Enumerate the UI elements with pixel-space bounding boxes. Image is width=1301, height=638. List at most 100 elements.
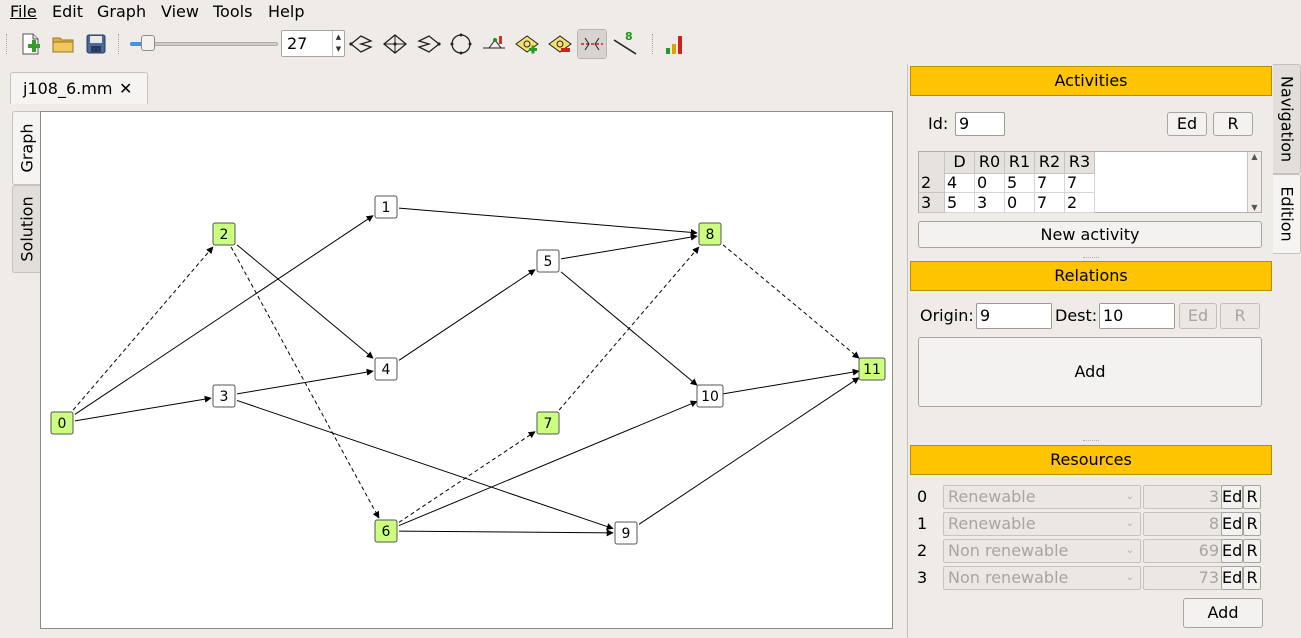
menu-view[interactable]: View [161, 2, 199, 22]
resource-edit-button[interactable]: Ed [1221, 512, 1243, 536]
scroll-up-icon[interactable]: ▲ [1248, 152, 1261, 161]
graph-node-11[interactable]: 11 [858, 357, 886, 381]
resource-type-select[interactable]: Non renewable ⌄ [943, 566, 1141, 590]
zoom-spinbox[interactable]: 27 ▲ ▼ [281, 30, 345, 57]
layout-circle-icon[interactable] [446, 29, 476, 59]
graph-node-2[interactable]: 2 [212, 222, 236, 246]
table-cell[interactable]: 2 [1065, 193, 1095, 213]
critical-path-icon[interactable] [577, 29, 607, 59]
add-resource-button[interactable]: Add [1183, 598, 1263, 628]
resource-capacity[interactable]: 8 [1143, 512, 1223, 536]
graph-edge-5-8[interactable] [560, 233, 698, 260]
graph-node-5[interactable]: 5 [536, 249, 560, 273]
splitter-handle[interactable] [1083, 440, 1099, 443]
remove-activity-icon[interactable] [545, 29, 575, 59]
graph-node-0[interactable]: 0 [50, 411, 74, 435]
graph-node-3[interactable]: 3 [212, 384, 236, 408]
layout-center-icon[interactable] [380, 29, 410, 59]
add-relation-icon[interactable] [479, 29, 509, 59]
graph-node-1[interactable]: 1 [374, 195, 398, 219]
resource-edit-button[interactable]: Ed [1221, 485, 1243, 509]
spin-arrows-icon[interactable]: ▲ ▼ [332, 31, 344, 56]
activities-table[interactable]: D R0 R1 R2 R3 2 4 0 5 7 7 3 5 3 0 7 2 ▲ … [918, 151, 1262, 213]
scroll-down-icon[interactable]: ▼ [1248, 203, 1261, 212]
menu-tools[interactable]: Tools [213, 2, 252, 22]
resource-type-select[interactable]: Non renewable ⌄ [943, 539, 1141, 563]
graph-node-6[interactable]: 6 [374, 519, 398, 543]
graph-edge-9-11[interactable] [638, 377, 860, 525]
layout-right-icon[interactable] [413, 29, 443, 59]
resource-type-select[interactable]: Renewable ⌄ [943, 485, 1141, 509]
resource-capacity[interactable]: 3 [1143, 485, 1223, 509]
resource-edit-button[interactable]: Ed [1221, 566, 1243, 590]
resource-index: 0 [917, 487, 928, 506]
graph-node-8[interactable]: 8 [698, 222, 722, 246]
tab-edition[interactable]: Edition [1273, 174, 1301, 254]
edge-duration-icon[interactable]: 8 [610, 29, 640, 59]
resource-capacity[interactable]: 73 [1143, 566, 1223, 590]
graph-edge-1-8[interactable] [398, 207, 698, 236]
graph-node-4[interactable]: 4 [374, 357, 398, 381]
table-cell[interactable]: 7 [1035, 173, 1065, 193]
table-scrollbar[interactable]: ▲ ▼ [1247, 152, 1261, 212]
new-document-icon[interactable] [15, 29, 45, 59]
tab-solution[interactable]: Solution [12, 185, 40, 273]
menu-file[interactable]: File [10, 2, 37, 22]
resource-edit-button[interactable]: Ed [1221, 539, 1243, 563]
row-header: 3 [919, 193, 945, 213]
graph-edge-4-5[interactable] [398, 269, 536, 361]
graph-edge-8-11[interactable] [722, 244, 860, 359]
menu-help[interactable]: Help [268, 2, 304, 22]
new-activity-button[interactable]: New activity [918, 221, 1262, 248]
resource-type-select[interactable]: Renewable ⌄ [943, 512, 1141, 536]
graph-node-7[interactable]: 7 [536, 411, 560, 435]
graph-edge-2-4[interactable] [236, 244, 374, 359]
add-relation-button[interactable]: Add [918, 337, 1262, 407]
table-cell[interactable]: 3 [975, 193, 1005, 213]
graph-node-10[interactable]: 10 [696, 384, 724, 408]
graph-edge-3-4[interactable] [236, 368, 374, 395]
resource-remove-button[interactable]: R [1243, 512, 1261, 536]
graph-edge-0-2[interactable] [72, 246, 214, 411]
dest-field[interactable]: 10 [1099, 303, 1175, 329]
relations-header: Relations [910, 261, 1272, 291]
graph-edge-6-9[interactable] [398, 529, 614, 537]
add-activity-icon[interactable] [512, 29, 542, 59]
save-icon[interactable] [81, 29, 111, 59]
resource-remove-button[interactable]: R [1243, 566, 1261, 590]
graph-edge-10-11[interactable] [722, 368, 860, 395]
table-cell[interactable]: 7 [1065, 173, 1095, 193]
open-folder-icon[interactable] [48, 29, 78, 59]
relation-edit-button[interactable]: Ed [1179, 303, 1217, 329]
resource-capacity[interactable]: 69 [1143, 539, 1223, 563]
splitter-handle[interactable] [1083, 257, 1099, 260]
zoom-slider-handle[interactable] [141, 35, 155, 51]
table-cell[interactable]: 4 [945, 173, 975, 193]
tab-graph[interactable]: Graph [12, 111, 40, 185]
close-tab-icon[interactable]: ✕ [119, 79, 132, 98]
relation-remove-button[interactable]: R [1220, 303, 1260, 329]
table-cell[interactable]: 0 [1005, 193, 1035, 213]
table-cell[interactable]: 5 [1005, 173, 1035, 193]
document-tab[interactable]: j108_6.mm ✕ [10, 72, 148, 104]
statistics-chart-icon[interactable] [660, 29, 690, 59]
table-cell[interactable]: 5 [945, 193, 975, 213]
menu-graph[interactable]: Graph [97, 2, 146, 22]
resource-remove-button[interactable]: R [1243, 485, 1261, 509]
graph-edge-7-8[interactable] [558, 246, 700, 411]
edition-panel: Activities Id: 9 Ed R D R0 R1 R2 R3 2 4 … [907, 64, 1273, 638]
menu-edit[interactable]: Edit [52, 2, 83, 22]
activity-remove-button[interactable]: R [1213, 112, 1253, 136]
table-cell[interactable]: 7 [1035, 193, 1065, 213]
resource-remove-button[interactable]: R [1243, 539, 1261, 563]
tab-navigation[interactable]: Navigation [1273, 64, 1301, 174]
layout-left-icon[interactable] [347, 29, 377, 59]
graph-edge-0-3[interactable] [74, 395, 212, 422]
origin-field[interactable]: 9 [976, 303, 1052, 329]
graph-node-9[interactable]: 9 [614, 521, 638, 545]
activity-id-field[interactable]: 9 [955, 112, 1005, 136]
table-cell[interactable]: 0 [975, 173, 1005, 193]
activity-edit-button[interactable]: Ed [1167, 112, 1207, 136]
graph-canvas[interactable]: 0 1 2 3 4 5 6 7 8 9 10 11 [40, 111, 893, 629]
graph-node-label: 5 [544, 254, 553, 270]
